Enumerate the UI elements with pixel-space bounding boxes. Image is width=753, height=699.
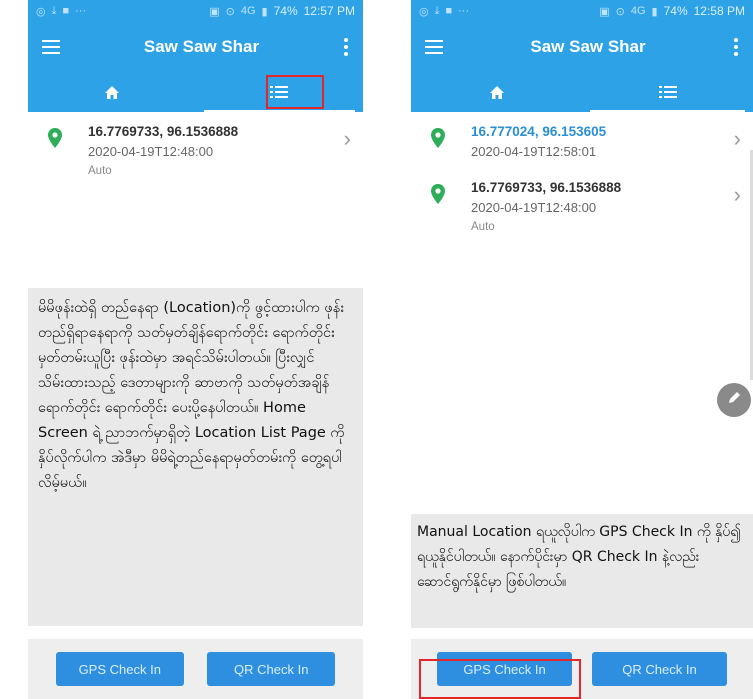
explanation-note: Manual Location ရယူလိုပါက GPS Check In က…: [411, 514, 753, 628]
location-icon: ⊙: [615, 5, 625, 18]
edit-fab-button[interactable]: [717, 383, 751, 417]
more-dots: ···: [458, 5, 470, 17]
pencil-icon: [726, 390, 742, 411]
hamburger-menu-icon[interactable]: [42, 40, 60, 54]
map-pin-icon: [431, 122, 453, 162]
network-label: 4G: [240, 5, 256, 17]
item-coordinates: 16.777024, 96.153605: [471, 124, 607, 139]
phone-screen-left: ◎ ⤓ ■ ··· ▣ ⊙ 4G ▮ 74% 12:57 PM Saw Saw …: [28, 0, 363, 699]
app-bar: Saw Saw Shar: [411, 22, 753, 72]
item-timestamp: 2020-04-19T12:58:01: [471, 144, 597, 159]
network-label: 4G: [630, 5, 646, 17]
phone-screen-right: ◎ ⤓ ■ ··· ▣ ⊙ 4G ▮ 74% 12:58 PM Saw Saw …: [411, 0, 753, 699]
item-mode: Auto: [471, 221, 495, 233]
location-list: 16.7769733, 96.1536888 2020-04-19T12:48:…: [28, 112, 363, 186]
status-bar: ◎ ⤓ ■ ··· ▣ ⊙ 4G ▮ 74% 12:57 PM: [28, 0, 363, 22]
footer-bar: GPS Check In QR Check In: [28, 639, 363, 699]
app-title: Saw Saw Shar: [530, 37, 646, 56]
item-timestamp: 2020-04-19T12:48:00: [471, 200, 597, 215]
location-icon: ⊙: [225, 5, 235, 18]
map-pin-icon: [431, 178, 453, 236]
signal-icon: ▮: [261, 5, 268, 18]
app-title: Saw Saw Shar: [143, 37, 260, 56]
item-coordinates: 16.7769733, 96.1536888: [471, 180, 622, 195]
tab-home[interactable]: [28, 72, 196, 112]
chevron-right-icon: ›: [733, 126, 741, 151]
page: ◎ ⤓ ■ ··· ▣ ⊙ 4G ▮ 74% 12:57 PM Saw Saw …: [0, 0, 753, 699]
overflow-menu-icon[interactable]: [733, 38, 739, 56]
home-icon: [104, 85, 120, 100]
item-mode: Auto: [88, 165, 112, 177]
cast-icon: ▣: [209, 5, 220, 18]
status-bar: ◎ ⤓ ■ ··· ▣ ⊙ 4G ▮ 74% 12:58 PM: [411, 0, 753, 22]
app-bar: Saw Saw Shar: [28, 22, 363, 72]
list-tab-highlight: [266, 75, 324, 109]
status-time: 12:58 PM: [693, 4, 745, 18]
gps-check-in-button[interactable]: GPS Check In: [55, 652, 184, 686]
battery-level: 74%: [663, 4, 688, 18]
signal-icon: ▮: [651, 5, 658, 18]
map-pin-icon: [48, 122, 70, 180]
download-icon: ⤓: [51, 4, 57, 17]
explanation-note: မိမိဖုန်းထဲရှိ တည်နေရာ (Location)ကို ဖွင…: [28, 288, 363, 626]
battery-level: 74%: [273, 4, 298, 18]
home-icon: [489, 85, 505, 100]
video-icon: ■: [62, 5, 70, 17]
location-list: 16.777024, 96.153605 2020-04-19T12:58:01…: [411, 112, 753, 242]
gps-button-highlight: [419, 659, 581, 699]
chevron-right-icon: ›: [343, 126, 351, 151]
tab-bar: [28, 72, 363, 112]
list-item[interactable]: 16.7769733, 96.1536888 2020-04-19T12:48:…: [28, 112, 363, 186]
tab-home[interactable]: [411, 72, 582, 112]
list-item[interactable]: 16.777024, 96.153605 2020-04-19T12:58:01…: [411, 112, 753, 168]
qr-check-in-button[interactable]: QR Check In: [592, 652, 727, 686]
chevron-right-icon: ›: [733, 182, 741, 207]
download-icon: ⤓: [434, 4, 440, 17]
video-icon: ■: [445, 5, 453, 17]
tab-location-list[interactable]: [582, 72, 753, 112]
cast-icon: ▣: [599, 5, 610, 18]
whatsapp-icon: ◎: [36, 5, 46, 18]
status-time: 12:57 PM: [303, 4, 355, 18]
more-dots: ···: [75, 5, 87, 17]
list-item[interactable]: 16.7769733, 96.1536888 2020-04-19T12:48:…: [411, 168, 753, 242]
item-coordinates: 16.7769733, 96.1536888: [88, 124, 239, 139]
hamburger-menu-icon[interactable]: [425, 40, 443, 54]
tab-bar: [411, 72, 753, 112]
item-timestamp: 2020-04-19T12:48:00: [88, 144, 214, 159]
overflow-menu-icon[interactable]: [343, 38, 349, 56]
qr-check-in-button[interactable]: QR Check In: [207, 652, 336, 686]
whatsapp-icon: ◎: [419, 5, 429, 18]
list-icon: [658, 85, 677, 99]
